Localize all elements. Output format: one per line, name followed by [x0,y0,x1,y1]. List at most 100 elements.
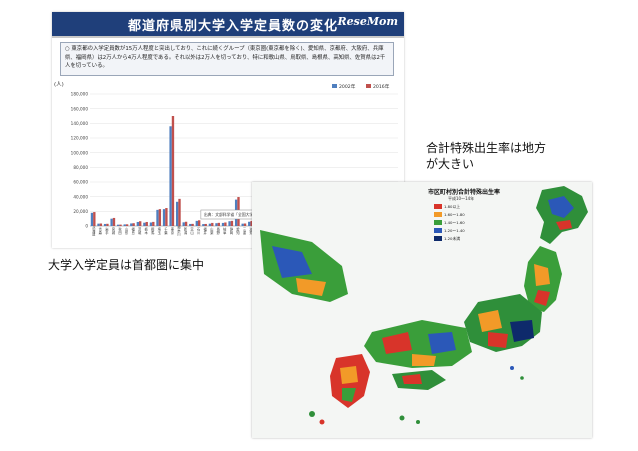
bar [136,221,140,226]
x-tick-label: 福井 [202,227,206,235]
legend-swatch-1 [434,204,442,209]
bar [197,220,201,226]
y-tick-label: 100,000 [71,150,89,155]
bar [171,116,175,226]
y-tick-label: 120,000 [71,136,89,141]
x-tick-label: 秋田 [117,227,121,235]
bar [125,224,129,226]
legend-label-3: 1.40〜1.60 [444,220,465,225]
bar [106,223,109,226]
y-axis-unit: (人) [54,81,64,88]
caption-left: 大学入学定員は首都圏に集中 [48,258,205,272]
chart-banner: 都道府県別大学入学定員数の変化 ReseMom [52,12,404,38]
legend-swatch-2 [434,212,442,217]
bar [224,222,227,226]
legend-label-5: 1.20未満 [444,236,461,241]
legend-label: 2002年 [339,83,356,90]
bar [162,209,166,226]
bar [152,221,155,226]
y-tick-label: 20,000 [73,209,88,214]
bar [195,220,198,226]
legend-label-1: 1.80以上 [444,204,461,209]
x-tick-label: 千葉 [163,227,167,235]
bar [110,218,113,226]
legend-label: 2016年 [373,83,390,90]
bar [116,224,120,226]
bar [217,222,221,226]
bar [178,198,181,226]
x-tick-label: 山梨 [209,227,213,235]
legend-swatch-4 [434,228,442,233]
japan-fertility-map [252,182,592,438]
y-tick-label: 180,000 [71,92,89,97]
x-tick-label: 長野 [215,227,219,235]
x-tick-label: 三重 [242,228,246,235]
bar [112,217,116,226]
map-subtitle: 平成10〜14年 [448,196,475,201]
legend-label-4: 1.20〜1.40 [444,228,465,233]
x-tick-label: 石川 [196,228,200,235]
bar [158,209,162,226]
bar [182,222,185,226]
bar [93,212,96,226]
x-tick-label: 青森 [97,227,101,235]
x-tick-label: 埼玉 [156,227,160,235]
bar [139,221,142,226]
bar [143,222,146,226]
bar [90,212,94,226]
caption-right-line1: 合計特殊出生率は地方 [426,141,547,155]
chart-note: ○ 東京都の入学定員数が15万人程度と突出しており、これに続くグループ（東京圏(… [60,42,394,76]
bar [123,224,126,226]
bar [215,223,218,226]
bar [103,223,107,226]
bar [202,224,205,226]
legend-swatch-3 [434,220,442,225]
bar [119,224,122,226]
x-tick-label: 群馬 [150,227,154,235]
bar [228,221,231,226]
bar [243,223,247,226]
x-tick-label: 富山 [189,227,193,235]
bar [149,222,153,226]
bar [184,221,188,226]
y-tick-label: 80,000 [73,165,88,170]
resemom-logo: ReseMom [337,15,398,28]
bar [97,223,100,226]
bar [165,208,168,226]
x-tick-label: 山形 [124,227,128,235]
x-tick-label: 岐阜 [222,227,226,235]
x-tick-label: 福島 [130,227,134,235]
bar [132,223,135,226]
bar [169,126,172,226]
bar [248,221,251,226]
bar [189,223,192,226]
x-tick-label: 静岡 [229,227,233,235]
x-tick-label: 神奈川 [176,225,180,236]
y-tick-label: 160,000 [71,106,89,111]
map-title: 市区町村別合計特殊出生率 [428,189,501,196]
legend-swatch-5 [434,236,442,241]
x-tick-label: 宮城 [111,227,115,235]
bar [241,223,244,226]
bar [156,209,159,226]
bar [145,221,148,226]
bar [175,201,179,226]
chart-banner-title: 都道府県別大学入学定員数の変化 [128,19,339,34]
x-tick-label: 北海道 [91,225,95,237]
bar [211,222,214,226]
bar [221,222,225,226]
y-tick-label: 40,000 [73,194,88,199]
legend-swatch-2016年 [366,84,371,88]
x-tick-label: 愛知 [235,227,239,235]
map-panel: 市区町村別合計特殊出生率 平成10〜14年 1.80以上 1.60〜1.80 1… [252,182,592,438]
legend-swatch-2002年 [332,84,337,88]
x-tick-label: 東京 [170,227,174,235]
bar [191,223,194,226]
caption-right-line2: が大きい [426,157,475,171]
y-tick-label: 0 [85,224,88,229]
x-tick-label: 栃木 [143,227,147,235]
x-tick-label: 茨城 [137,227,141,235]
x-tick-label: 新潟 [183,227,187,235]
bar [130,223,133,226]
x-tick-label: 岩手 [104,227,108,235]
